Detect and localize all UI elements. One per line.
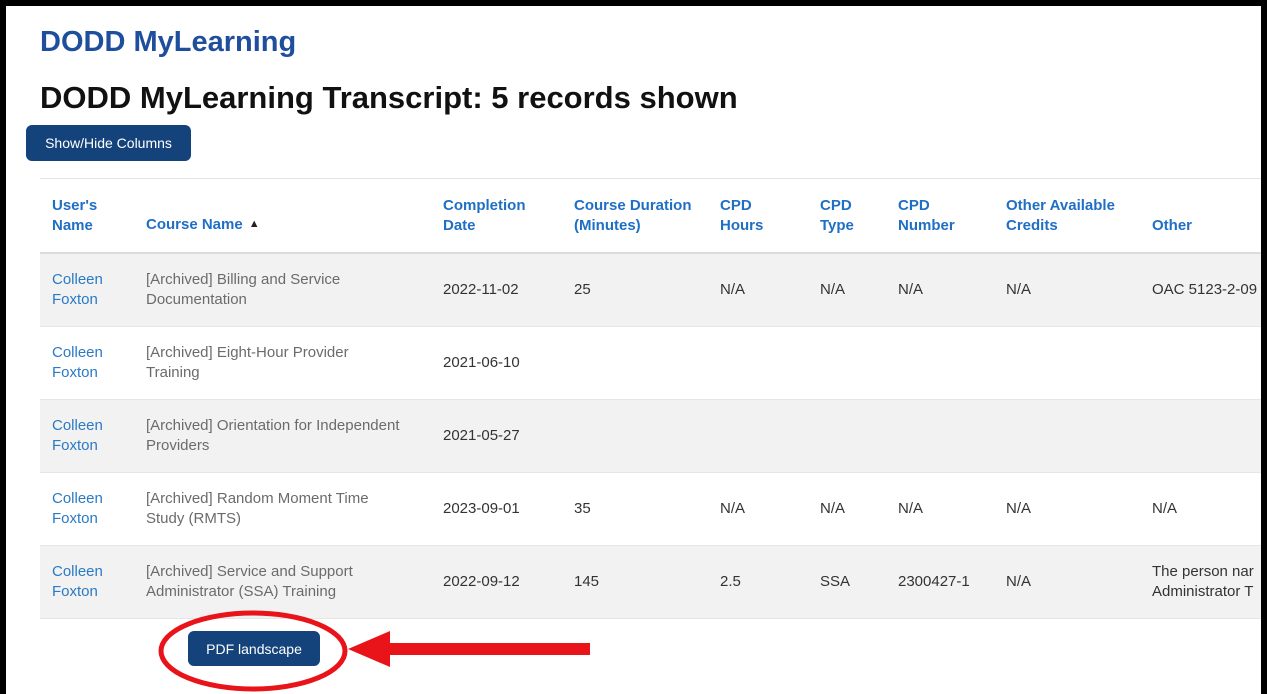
course-duration-cell: 35 xyxy=(562,472,708,546)
course-duration-cell: 25 xyxy=(562,253,708,327)
table-row: Colleen Foxton [Archived] Billing and Ser… xyxy=(40,253,1261,327)
cpd-type-cell: N/A xyxy=(808,253,886,327)
cpd-hours-cell xyxy=(708,326,808,400)
user-name-link[interactable]: Colleen Foxton xyxy=(40,472,134,546)
table-row: Colleen Foxton [Archived] Orientation for… xyxy=(40,399,1261,473)
completion-date-cell: 2022-09-12 xyxy=(431,545,562,619)
caret-up-icon: ▲ xyxy=(248,218,260,230)
course-duration-cell xyxy=(562,326,708,400)
user-name-link[interactable]: Colleen Foxton xyxy=(40,326,134,400)
other-credits-cell xyxy=(994,399,1140,473)
cpd-number-cell: 2300427-1 xyxy=(886,545,994,619)
completion-date-cell: 2021-05-27 xyxy=(431,399,562,473)
other-credits-cell: N/A xyxy=(994,545,1140,619)
course-name-cell: [Archived] Billing and Service Documentat… xyxy=(134,253,431,327)
other-cell: OAC 5123-2-09 xyxy=(1140,253,1261,327)
pdf-landscape-button[interactable]: PDF landscape xyxy=(188,631,320,666)
course-duration-cell xyxy=(562,399,708,473)
other-credits-cell: N/A xyxy=(994,253,1140,327)
column-header-other[interactable]: Other xyxy=(1140,178,1261,254)
cpd-number-cell xyxy=(886,326,994,400)
cpd-type-cell: SSA xyxy=(808,545,886,619)
other-cell: N/A xyxy=(1140,472,1261,546)
course-name-cell: [Archived] Orientation for Independent Pr… xyxy=(134,399,431,473)
course-name-cell: [Archived] Service and Support Administra… xyxy=(134,545,431,619)
app-title: DODD MyLearning xyxy=(40,26,297,58)
course-name-cell: [Archived] Eight-Hour Provider Training xyxy=(134,326,431,400)
other-credits-cell xyxy=(994,326,1140,400)
cpd-number-cell xyxy=(886,399,994,473)
column-header-cpd-type[interactable]: CPD Type xyxy=(808,178,886,254)
completion-date-cell: 2022-11-02 xyxy=(431,253,562,327)
cpd-type-cell xyxy=(808,399,886,473)
column-header-course-name[interactable]: Course Name ▲ xyxy=(134,178,431,254)
completion-date-cell: 2021-06-10 xyxy=(431,326,562,400)
other-cell xyxy=(1140,399,1261,473)
cpd-hours-cell xyxy=(708,399,808,473)
cpd-hours-cell: N/A xyxy=(708,472,808,546)
other-cell xyxy=(1140,326,1261,400)
column-header-users-name[interactable]: User's Name xyxy=(40,178,134,254)
cpd-number-cell: N/A xyxy=(886,253,994,327)
column-header-completion-date[interactable]: Completion Date xyxy=(431,178,562,254)
column-header-cpd-number[interactable]: CPD Number xyxy=(886,178,994,254)
user-name-link[interactable]: Colleen Foxton xyxy=(40,253,134,327)
show-hide-columns-button[interactable]: Show/Hide Columns xyxy=(26,125,191,161)
course-duration-cell: 145 xyxy=(562,545,708,619)
user-name-link[interactable]: Colleen Foxton xyxy=(40,399,134,473)
column-header-other-credits[interactable]: Other Available Credits xyxy=(994,178,1140,254)
other-credits-cell: N/A xyxy=(994,472,1140,546)
cpd-hours-cell: N/A xyxy=(708,253,808,327)
transcript-table: User's Name Course Name ▲ Completion Date C… xyxy=(40,178,1261,619)
course-name-cell: [Archived] Random Moment Time Study (RMTS… xyxy=(134,472,431,546)
table-row: Colleen Foxton [Archived] Service and Sup… xyxy=(40,545,1261,619)
completion-date-cell: 2023-09-01 xyxy=(431,472,562,546)
column-header-course-duration[interactable]: Course Duration (Minutes) xyxy=(562,178,708,254)
other-cell: The person nar Administrator T xyxy=(1140,545,1261,619)
page-frame: DODD MyLearning DODD MyLearning Transcri… xyxy=(6,6,1261,694)
table-row: Colleen Foxton [Archived] Random Moment T… xyxy=(40,472,1261,546)
cpd-type-cell xyxy=(808,326,886,400)
table-header-row: User's Name Course Name ▲ Completion Date C… xyxy=(40,178,1261,254)
user-name-link[interactable]: Colleen Foxton xyxy=(40,545,134,619)
cpd-hours-cell: 2.5 xyxy=(708,545,808,619)
table-row: Colleen Foxton [Archived] Eight-Hour Prov… xyxy=(40,326,1261,400)
cpd-type-cell: N/A xyxy=(808,472,886,546)
red-arrow-icon xyxy=(348,631,590,667)
cpd-number-cell: N/A xyxy=(886,472,994,546)
page-title: DODD MyLearning Transcript: 5 records sh… xyxy=(40,80,738,115)
column-header-cpd-hours[interactable]: CPD Hours xyxy=(708,178,808,254)
